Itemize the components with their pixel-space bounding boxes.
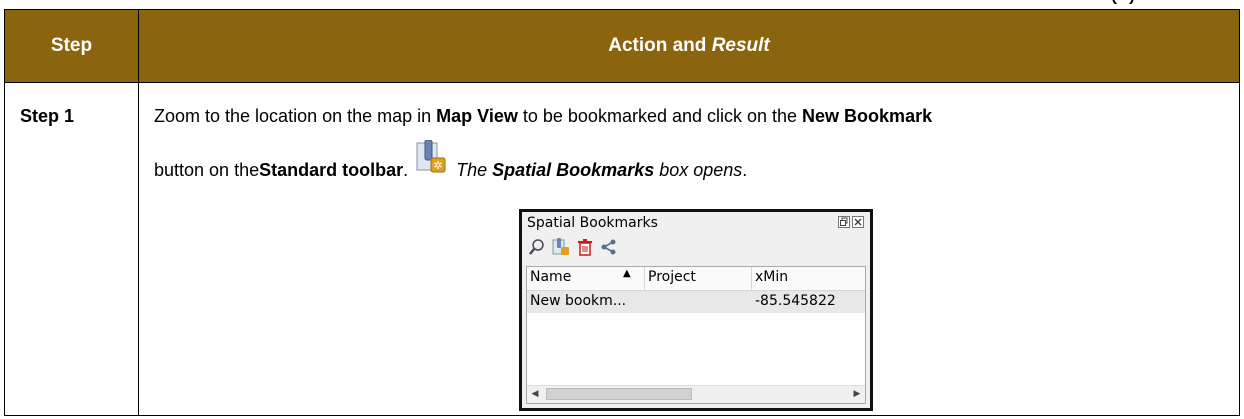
column-label: Name (530, 269, 572, 285)
text: . (403, 160, 409, 180)
column-header-project[interactable]: Project (645, 267, 752, 290)
steps-table: Step Action and Result Step 1 Zoom to th… (4, 9, 1240, 416)
bookmarks-table-header: Name ▲ Project xMin (527, 267, 865, 291)
text: to be bookmarked and click on the (517, 106, 803, 126)
column-header-name[interactable]: Name ▲ (527, 267, 645, 290)
map-view-term: Map View (436, 106, 518, 126)
share-icon[interactable] (600, 238, 618, 256)
instruction-line-2: button on the Standard toolbar. ✲ The Sp… (154, 139, 748, 181)
table-header-row: Step Action and Result (4, 9, 1240, 83)
horizontal-scrollbar[interactable]: ◀ ▶ (527, 385, 865, 403)
result-text: The Spatial Bookmarks box opens (456, 160, 742, 181)
cell-xmin: -85.545822 (755, 293, 836, 309)
header-action: Action and Result (138, 9, 1240, 83)
panel-title-buttons (838, 216, 864, 228)
table-row[interactable]: New bookm... -85.545822 (527, 291, 865, 313)
panel-title: Spatial Bookmarks (527, 215, 658, 231)
header-step: Step (4, 9, 139, 83)
text: . (742, 160, 748, 180)
new-bookmark-icon: ✲ (416, 139, 446, 174)
new-bookmark-icon[interactable] (552, 238, 570, 256)
restore-icon[interactable] (838, 216, 850, 228)
column-header-xmin[interactable]: xMin (752, 267, 864, 290)
text: The (456, 160, 493, 180)
stray-circle-mark (1112, 0, 1136, 4)
scrollbar-thumb[interactable] (546, 388, 692, 400)
close-icon[interactable] (852, 216, 864, 228)
table-row: Step 1 Zoom to the location on the map i… (4, 82, 1240, 416)
bookmarks-table: Name ▲ Project xMin New bookm... -85.5458… (526, 266, 866, 404)
spatial-bookmarks-term: Spatial Bookmarks (492, 160, 655, 180)
instruction-line-1: Zoom to the location on the map in Map V… (154, 106, 932, 127)
text: button on the (154, 160, 260, 180)
header-result: Result (711, 35, 770, 56)
cell-project (645, 291, 752, 313)
scroll-left-icon[interactable]: ◀ (527, 386, 543, 403)
zoom-to-bookmark-icon[interactable] (528, 238, 546, 256)
spatial-bookmarks-panel: Spatial Bookmarks Name ▲ Project xMin Ne… (519, 209, 873, 411)
header-action-label: Action and (608, 35, 712, 56)
delete-bookmark-icon[interactable] (576, 238, 594, 256)
text: Zoom to the location on the map in (154, 106, 437, 126)
new-bookmark-term: New Bookmark (802, 106, 933, 126)
text: box opens (654, 160, 743, 180)
panel-toolbar (528, 238, 618, 256)
step-cell: Step 1 (4, 82, 139, 416)
svg-text:✲: ✲ (434, 159, 443, 172)
standard-toolbar-term: Standard toolbar (259, 160, 404, 180)
sort-ascending-icon: ▲ (623, 268, 631, 279)
action-cell: Zoom to the location on the map in Map V… (138, 82, 1240, 416)
cell-name: New bookm... (530, 293, 627, 309)
scroll-right-icon[interactable]: ▶ (849, 386, 865, 403)
step-label: Step 1 (20, 106, 75, 126)
